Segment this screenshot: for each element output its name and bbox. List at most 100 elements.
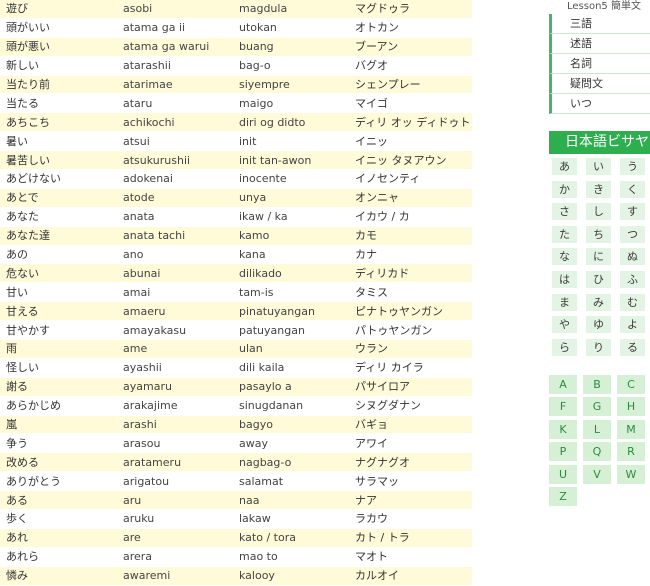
kana-index-button[interactable]: り — [586, 338, 611, 356]
kana-index-button[interactable]: く — [620, 180, 645, 198]
cebuano-cell: tam-is — [233, 282, 349, 303]
kana-index-button[interactable]: ふ — [620, 271, 645, 288]
kana-index-button[interactable]: る — [620, 338, 645, 356]
alphabet-index-button[interactable]: F — [549, 397, 577, 417]
kana-index-button[interactable]: ゆ — [586, 316, 611, 334]
romaji-cell: atsukurushii — [117, 150, 233, 171]
kana-index-button[interactable]: う — [620, 158, 645, 175]
table-row: ありがとう arigatou salamat サラマッ — [0, 471, 472, 492]
kana-index-button[interactable]: ち — [586, 225, 611, 243]
romaji-cell: atama ga ii — [117, 18, 233, 38]
menu-item[interactable]: 述語 — [549, 34, 650, 54]
table-row: 暑苦しい atsukurushii init tan-awon イニッ タヌアウン — [0, 150, 472, 171]
kana-index-button[interactable]: あ — [552, 158, 577, 175]
romaji-cell: amaeru — [117, 301, 233, 322]
japanese-cell: 危ない — [0, 263, 117, 284]
menu-item[interactable]: いつ — [549, 94, 650, 114]
menu-item[interactable]: 名詞 — [549, 54, 650, 74]
romaji-cell: anata tachi — [117, 226, 233, 246]
cebuano-cell: dili kaila — [233, 358, 349, 378]
katakana-cell: ナグナグオ — [349, 452, 472, 473]
kana-index-button[interactable]: に — [586, 248, 611, 266]
menu-item[interactable]: 疑問文 — [549, 74, 650, 94]
japanese-cell: 当たり前 — [0, 75, 117, 95]
katakana-cell: バグオ — [349, 56, 472, 76]
alphabet-index-button[interactable]: C — [617, 375, 645, 394]
alphabet-index-button[interactable]: M — [617, 419, 645, 439]
kana-index-button[interactable]: す — [620, 203, 645, 221]
lesson-link[interactable]: Lesson5 簡単文 — [567, 0, 641, 12]
japanese-cell: あなた達 — [0, 226, 117, 246]
romaji-cell: are — [117, 528, 233, 548]
cebuano-cell: maigo — [233, 93, 349, 114]
japanese-cell: 新しい — [0, 56, 117, 76]
kana-index-button[interactable]: よ — [620, 316, 645, 334]
kana-index-button[interactable]: ぬ — [620, 248, 645, 266]
cebuano-cell: magdula — [233, 0, 349, 19]
cebuano-cell: diri og didto — [233, 112, 349, 133]
romaji-cell: aru — [117, 490, 233, 511]
kana-index-button[interactable]: ひ — [586, 271, 611, 288]
alphabet-index-button[interactable]: Q — [583, 442, 611, 462]
kana-index-button[interactable]: き — [586, 180, 611, 198]
menu-item[interactable]: 三語 — [549, 14, 650, 34]
alphabet-index-button[interactable]: Z — [549, 487, 577, 506]
japanese-cell: あちこち — [0, 112, 117, 133]
kana-index-button[interactable]: ら — [552, 338, 577, 356]
cebuano-cell: init tan-awon — [233, 150, 349, 171]
romaji-cell: ayashii — [117, 358, 233, 378]
cebuano-cell: pinatuyangan — [233, 301, 349, 322]
katakana-cell: タミス — [349, 282, 472, 303]
alphabet-index-button[interactable]: K — [549, 419, 577, 439]
alphabet-index-button[interactable]: P — [549, 442, 577, 462]
cebuano-cell: kamo — [233, 226, 349, 246]
kana-index-button[interactable]: さ — [552, 203, 577, 221]
katakana-cell: カト / トラ — [349, 528, 472, 548]
cebuano-cell: nagbag-o — [233, 452, 349, 473]
alphabet-index-button[interactable]: G — [583, 397, 611, 417]
japanese-cell: 改める — [0, 452, 117, 473]
kana-index-button[interactable]: ま — [552, 293, 577, 311]
japanese-cell: 暑苦しい — [0, 150, 117, 171]
kana-index-button[interactable]: む — [620, 293, 645, 311]
romaji-cell: amayakasu — [117, 320, 233, 341]
alphabet-index-button[interactable]: H — [617, 397, 645, 417]
cebuano-cell: unya — [233, 188, 349, 208]
kana-index-button[interactable]: は — [552, 271, 577, 288]
kana-index-button[interactable]: い — [586, 158, 611, 175]
kana-index-button[interactable]: か — [552, 180, 577, 198]
japanese-cell: あらかじめ — [0, 396, 117, 416]
kana-index-button[interactable]: な — [552, 248, 577, 266]
cebuano-cell: lakaw — [233, 509, 349, 529]
table-row: 遊び asobi magdula マグドゥラ — [0, 0, 472, 19]
kana-index-button[interactable]: た — [552, 225, 577, 243]
table-row: あの ano kana カナ — [0, 245, 472, 265]
romaji-cell: adokenai — [117, 169, 233, 189]
alphabet-index-button[interactable]: R — [617, 442, 645, 462]
alphabet-index-button[interactable]: U — [549, 464, 577, 484]
romaji-cell: arigatou — [117, 471, 233, 492]
table-row: 雨 ame ulan ウラン — [0, 339, 472, 359]
table-row: 当たる ataru maigo マイゴ — [0, 93, 472, 114]
romaji-cell: aruku — [117, 509, 233, 529]
japanese-cell: 怪しい — [0, 358, 117, 378]
table-row: あなた anata ikaw / ka イカウ / カ — [0, 207, 472, 227]
alphabet-index-button[interactable]: A — [549, 375, 577, 394]
japanese-cell: あれ — [0, 528, 117, 548]
kana-index-button[interactable]: つ — [620, 225, 645, 243]
alphabet-index-button[interactable]: B — [583, 375, 611, 394]
katakana-cell: アワイ — [349, 433, 472, 454]
romaji-cell: atarashii — [117, 56, 233, 76]
romaji-cell: amai — [117, 282, 233, 303]
romaji-cell: asobi — [117, 0, 233, 19]
alphabet-index-button[interactable]: V — [583, 464, 611, 484]
japanese-cell: あどけない — [0, 169, 117, 189]
kana-index-button[interactable]: し — [586, 203, 611, 221]
cebuano-cell: kato / tora — [233, 528, 349, 548]
alphabet-index-button[interactable]: W — [617, 464, 645, 484]
katakana-cell: ディリカド — [349, 263, 472, 284]
kana-index-button[interactable]: や — [552, 316, 577, 334]
katakana-cell: ディリ カイラ — [349, 358, 472, 378]
kana-index-button[interactable]: み — [586, 293, 611, 311]
alphabet-index-button[interactable]: L — [583, 419, 611, 439]
